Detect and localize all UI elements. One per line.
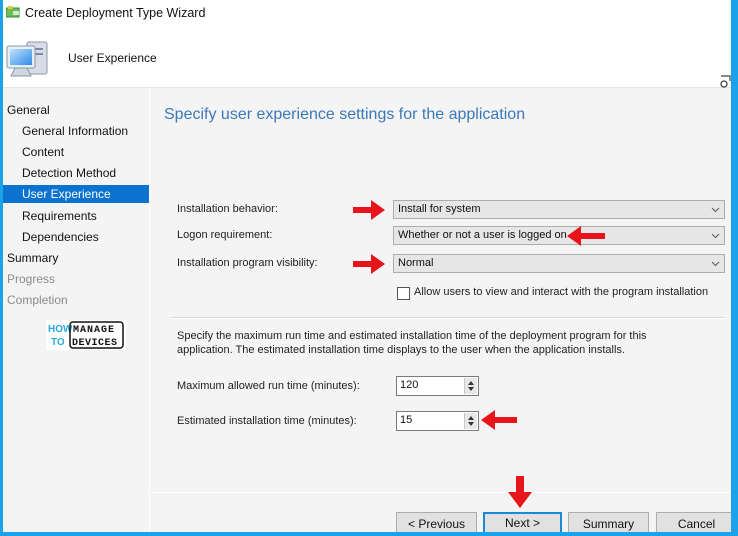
program-visibility-label: Installation program visibility: [177, 257, 318, 269]
nav-item-detection-method[interactable]: Detection Method [3, 163, 149, 183]
spinner-buttons[interactable] [464, 413, 477, 429]
annotation-arrow-down-icon [508, 476, 532, 508]
spinner-down-icon[interactable] [468, 422, 474, 426]
installation-behavior-value: Install for system [398, 203, 481, 215]
nav-item-dependencies[interactable]: Dependencies [3, 227, 149, 247]
computer-icon [6, 41, 48, 77]
nav-item-general[interactable]: General [3, 100, 149, 120]
footer-divider [151, 492, 731, 493]
est-install-time-label: Estimated installation time (minutes): [177, 415, 357, 427]
spinner-up-icon[interactable] [468, 381, 474, 385]
spinner-up-icon[interactable] [468, 416, 474, 420]
annotation-arrow-left-icon [481, 410, 517, 430]
max-run-time-label: Maximum allowed run time (minutes): [177, 380, 360, 392]
wizard-content: Specify user experience settings for the… [151, 88, 731, 532]
wizard-window: Create Deployment Type Wizard User Exper… [3, 0, 731, 532]
annotation-arrow-right-icon [353, 200, 385, 220]
logo-manage: MANAGE [73, 325, 115, 336]
previous-button[interactable]: < Previous [396, 512, 477, 532]
nav-item-summary[interactable]: Summary [3, 248, 149, 268]
title-bar: Create Deployment Type Wizard [3, 0, 731, 28]
how-to-manage-devices-logo: HOW TO MANAGE DEVICES [46, 320, 126, 350]
page-heading: Specify user experience settings for the… [164, 106, 526, 123]
logo-to: TO [51, 337, 65, 348]
annotation-arrow-right-icon [353, 254, 385, 274]
nav-item-progress: Progress [7, 272, 56, 286]
annotation-arrow-left-icon [567, 226, 605, 246]
max-run-time-spinner[interactable]: 120 [396, 376, 479, 396]
installation-behavior-select[interactable]: Install for system [393, 200, 725, 219]
wizard-step-nav: General General Information Content Dete… [3, 88, 150, 532]
est-install-time-spinner[interactable]: 15 [396, 411, 479, 431]
chevron-down-icon [711, 233, 720, 239]
nav-item-content[interactable]: Content [3, 142, 149, 162]
logon-requirement-value: Whether or not a user is logged on [398, 229, 567, 241]
run-time-description: Specify the maximum run time and estimat… [177, 330, 647, 356]
logo-devices: DEVICES [72, 338, 118, 349]
chevron-down-icon [711, 261, 720, 267]
logon-requirement-label: Logon requirement: [177, 229, 273, 241]
wizard-app-icon [6, 6, 20, 18]
section-divider [171, 317, 724, 319]
window-title: Create Deployment Type Wizard [25, 6, 206, 20]
wizard-header: User Experience [3, 28, 731, 93]
nav-item-user-experience[interactable]: User Experience [3, 185, 149, 203]
nav-item-completion: Completion [7, 293, 68, 307]
nav-item-requirements[interactable]: Requirements [3, 206, 149, 226]
est-install-time-value[interactable]: 15 [400, 414, 412, 426]
max-run-time-value[interactable]: 120 [400, 379, 418, 391]
chevron-down-icon [711, 207, 720, 213]
cancel-button[interactable]: Cancel [656, 512, 731, 532]
installation-behavior-label: Installation behavior: [177, 203, 278, 215]
summary-button[interactable]: Summary [568, 512, 649, 532]
spinner-buttons[interactable] [464, 378, 477, 394]
wizard-page-name: User Experience [68, 51, 157, 65]
next-button[interactable]: Next > [483, 512, 562, 532]
logon-requirement-select[interactable]: Whether or not a user is logged on [393, 226, 725, 245]
program-visibility-select[interactable]: Normal [393, 254, 725, 273]
nav-item-general-information[interactable]: General Information [3, 121, 149, 141]
program-visibility-value: Normal [398, 257, 434, 269]
allow-interact-checkbox[interactable] [397, 287, 410, 300]
allow-interact-label[interactable]: Allow users to view and interact with th… [414, 286, 708, 298]
spinner-down-icon[interactable] [468, 387, 474, 391]
